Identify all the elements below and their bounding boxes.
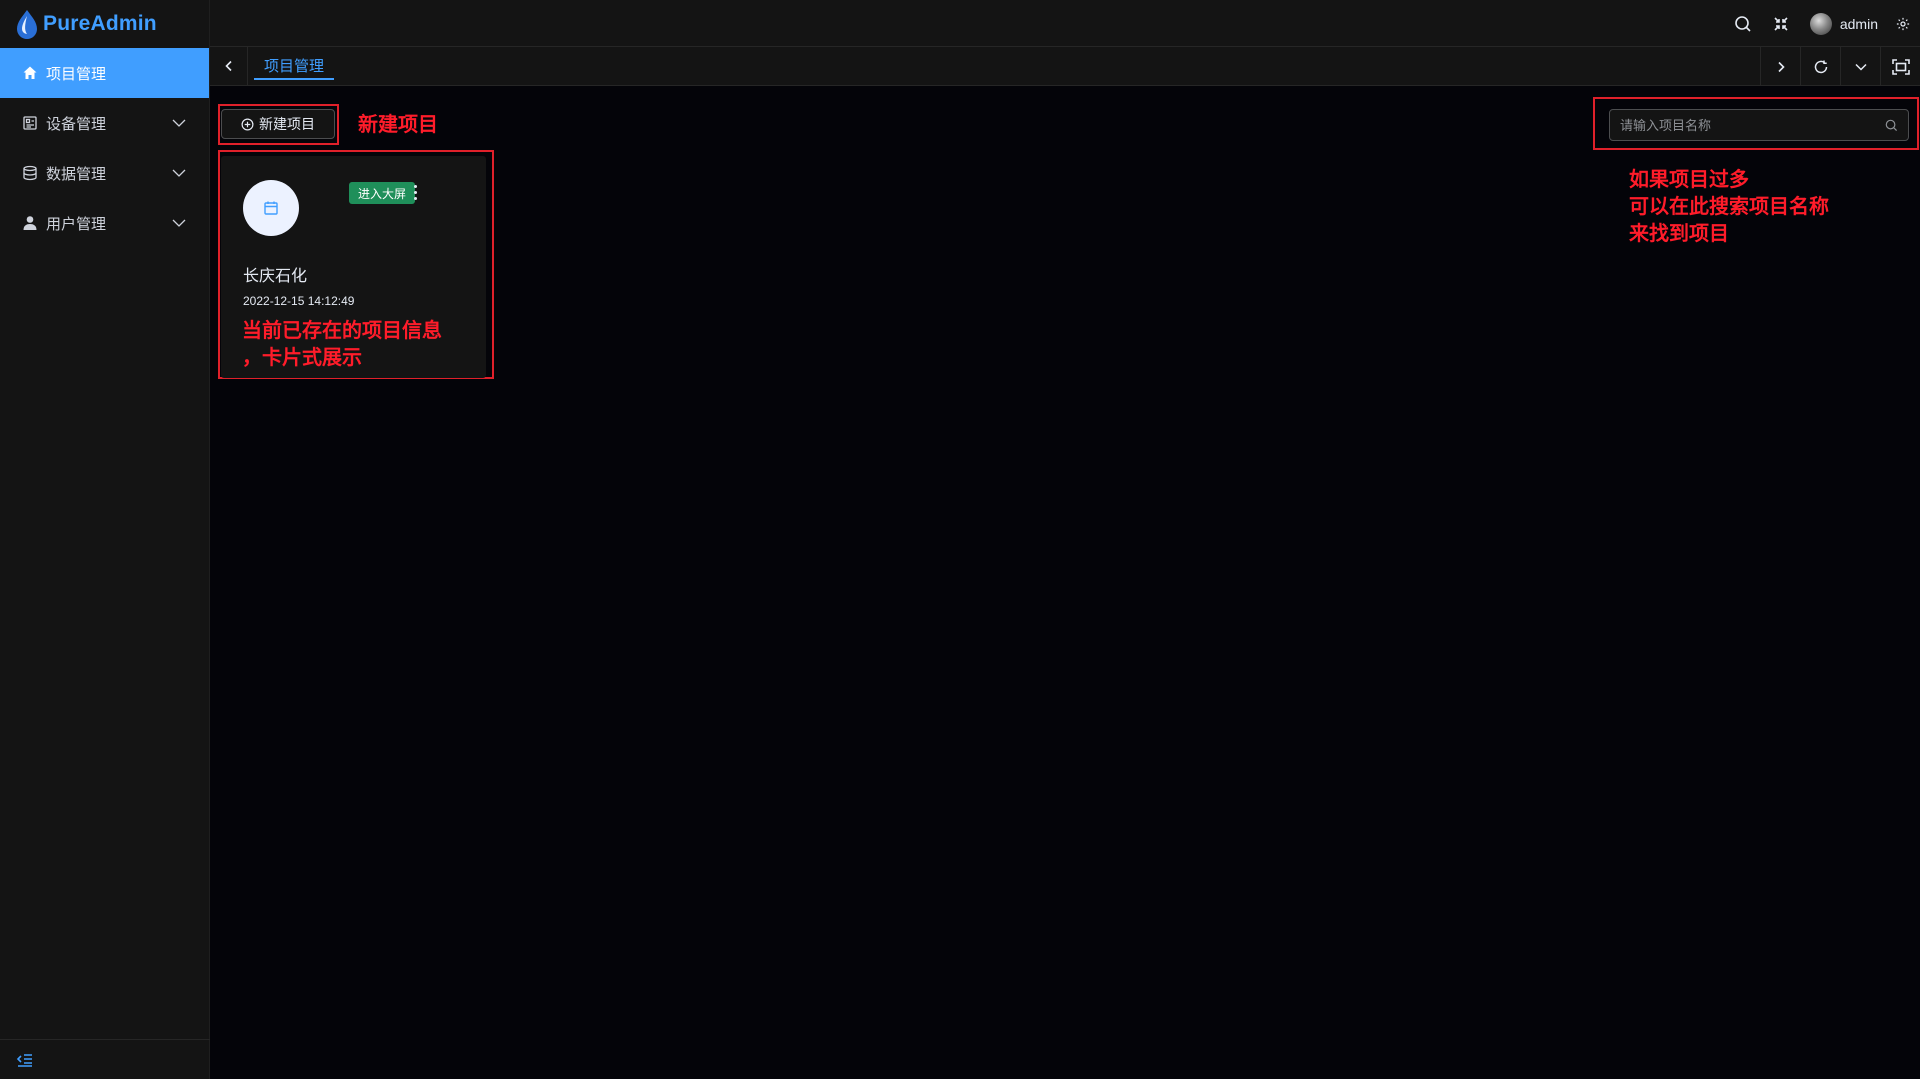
- username: admin: [1839, 15, 1878, 32]
- annotation-search: 如果项目过多 可以在此搜索项目名称 来找到项目: [1629, 167, 1829, 248]
- main-content: 新建项目 新建项目 如果项目过多 可以在此搜索项目名称 来找到项目 进入大屏 长…: [210, 86, 1920, 1079]
- project-created-at: 2022-12-15 14:12:49: [243, 294, 355, 308]
- sidebar-item-device[interactable]: 设备管理: [0, 98, 209, 148]
- home-icon: [22, 65, 38, 81]
- annotation-search-line-1: 如果项目过多: [1629, 169, 1749, 191]
- chevron-down-icon: [172, 169, 186, 177]
- exit-fullscreen-icon: [1774, 16, 1788, 31]
- refresh-button[interactable]: [1800, 47, 1840, 86]
- collapse-menu-icon[interactable]: [16, 1052, 34, 1068]
- tab-project-management[interactable]: 项目管理: [254, 52, 335, 80]
- logo-icon: [17, 10, 37, 39]
- plus-circle-icon: [241, 118, 254, 130]
- enter-dashboard-badge[interactable]: 进入大屏: [349, 182, 416, 204]
- chevron-down-icon: [172, 119, 186, 127]
- navbar-actions: admin: [1724, 0, 1920, 47]
- device-icon: [22, 115, 38, 131]
- app-name: PureAdmin: [43, 12, 157, 35]
- project-avatar: [243, 180, 299, 236]
- refresh-icon: [1814, 60, 1827, 73]
- tags-actions: [1760, 47, 1920, 86]
- fullscreen-icon: [1891, 58, 1910, 75]
- fullscreen-button[interactable]: [1762, 0, 1800, 47]
- sidebar-item-label: 设备管理: [46, 115, 107, 133]
- chevron-down-icon: [172, 219, 186, 227]
- sidebar: PureAdmin 项目管理 设备管理 数据管理 用户管理: [0, 0, 210, 1079]
- annotation-card: 当前已存在的项目信息 ，卡片式展示: [242, 318, 442, 372]
- sidebar-item-label: 用户管理: [46, 215, 107, 233]
- new-project-button[interactable]: 新建项目: [221, 109, 335, 139]
- annotation-new-project: 新建项目: [358, 114, 438, 136]
- gear-icon: [1896, 17, 1910, 30]
- sidebar-item-label: 项目管理: [46, 65, 107, 83]
- search-input[interactable]: [1620, 117, 1885, 133]
- annotation-card-line-2: ，卡片式展示: [242, 347, 362, 369]
- search-icon: [1885, 119, 1898, 131]
- top-navbar: admin: [210, 0, 1920, 47]
- search-button[interactable]: [1724, 0, 1762, 47]
- avatar: [1809, 12, 1832, 35]
- user-icon: [22, 215, 38, 231]
- user-menu[interactable]: admin: [1809, 12, 1878, 35]
- sidebar-item-user[interactable]: 用户管理: [0, 198, 209, 248]
- tags-scroll-left[interactable]: [210, 46, 248, 86]
- tags-bar: 项目管理: [210, 46, 1920, 86]
- sidebar-item-label: 数据管理: [46, 165, 107, 183]
- sidebar-collapse-bar: [0, 1039, 210, 1079]
- chevron-right-icon: [1777, 61, 1785, 72]
- calendar-icon: [264, 201, 278, 215]
- content-fullscreen-button[interactable]: [1880, 47, 1920, 86]
- sidebar-item-data[interactable]: 数据管理: [0, 148, 209, 198]
- annotation-search-line-3: 来找到项目: [1629, 223, 1729, 245]
- tags-dropdown-button[interactable]: [1840, 47, 1880, 86]
- chevron-down-icon: [1854, 63, 1867, 71]
- new-project-label: 新建项目: [259, 116, 315, 132]
- sidebar-item-project[interactable]: 项目管理: [0, 48, 209, 98]
- more-options-icon[interactable]: [409, 181, 421, 203]
- project-card[interactable]: 进入大屏 长庆石化 2022-12-15 14:12:49 当前已存在的项目信息…: [221, 156, 486, 378]
- annotation-card-line-1: 当前已存在的项目信息: [242, 320, 442, 342]
- annotation-search-line-2: 可以在此搜索项目名称: [1629, 196, 1829, 218]
- tags-scroll-right[interactable]: [1760, 47, 1800, 86]
- logo[interactable]: PureAdmin: [0, 0, 209, 48]
- settings-button[interactable]: [1886, 0, 1920, 47]
- project-name: 长庆石化: [243, 268, 308, 285]
- search-icon: [1735, 15, 1751, 32]
- chevron-left-icon: [224, 60, 232, 72]
- database-icon: [22, 165, 38, 181]
- project-search-field[interactable]: [1609, 109, 1909, 141]
